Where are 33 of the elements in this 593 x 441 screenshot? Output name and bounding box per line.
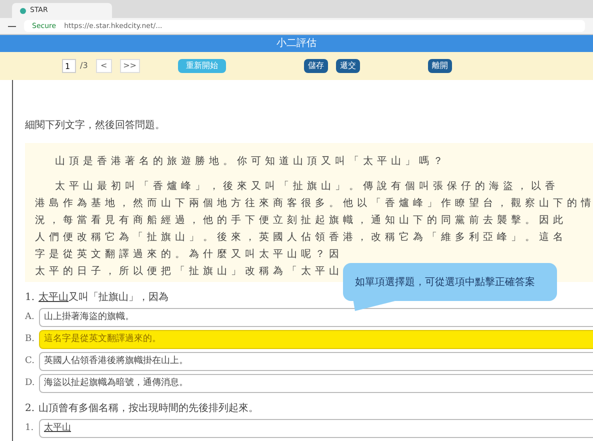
favicon-icon <box>20 8 26 14</box>
passage-line: 字是從英文翻譯過來的。為什麼又叫太平山呢？因 <box>35 248 344 262</box>
app-title-bar: 小二評估 <box>0 35 593 52</box>
question-number: 1. <box>25 291 35 305</box>
option-label: A. <box>25 310 36 324</box>
passage-line: 山頂是香港著名的旅遊勝地。你可知道山頂又叫「太平山」嗎？ <box>54 154 448 169</box>
passage-line: 港島作為基地，然而山下兩個地方往來商客很多。他以「香爐峰」作瞭望台，觀察山下的情 <box>35 196 593 211</box>
option-label: 1. <box>25 422 35 435</box>
answer-option[interactable]: 海盜以扯起旗幟為暗號，通傳消息。 <box>39 374 593 393</box>
question-number: 2. <box>25 402 35 416</box>
option-label: D. <box>25 376 36 390</box>
next-button[interactable]: >> <box>120 59 140 73</box>
question-text: 又叫「扯旗山」，因為 <box>68 290 169 305</box>
answer-option[interactable]: 這名字是從英文翻譯過來的。 <box>39 330 593 349</box>
passage-line: 況，每當看見有商船經過，他的手下便立刻扯起旗幟，通知山下的同黨前去襲擊。因此 <box>35 214 568 228</box>
underlined-term: 太平山 <box>38 290 69 305</box>
answer-option[interactable]: 英國人佔領香港後將旗幟掛在山上。 <box>39 352 593 371</box>
prev-button[interactable]: < <box>96 59 112 73</box>
option-label: C. <box>25 354 36 368</box>
question-text: 山頂曾有多個名稱，按出現時間的先後排列起來。 <box>38 402 259 416</box>
instruction-text: 細閱下列文字，然後回答問題。 <box>25 118 166 133</box>
passage-line: 人們便改稱它為「扯旗山」。後來，英國人佔領香港，改稱它為「維多利亞峰」。這名 <box>35 230 568 245</box>
answer-option[interactable]: 太平山 <box>39 419 593 438</box>
passage-line: 太平的日子，所以便把「扯旗山」改稱為「太平山 <box>35 264 344 279</box>
answer-option[interactable]: 山上掛著海盜的旗幟。 <box>39 308 593 327</box>
page-total: /3 <box>80 60 88 72</box>
toolbar-button[interactable]: 離開 <box>428 59 452 73</box>
toolbar-button[interactable]: 儲存 <box>304 59 328 73</box>
passage-line: 太平山最初叫「香爐峰」，後來又叫「扯旗山」。傳說有個叫張保仔的海盜，以香 <box>54 180 560 194</box>
tooltip-callout: 如單項選擇題，可從選項中點擊正確答案 <box>343 263 557 313</box>
page-field[interactable]: 1 <box>62 59 76 73</box>
option-label: B. <box>25 332 36 346</box>
toolbar-button[interactable]: 遞交 <box>336 59 360 73</box>
